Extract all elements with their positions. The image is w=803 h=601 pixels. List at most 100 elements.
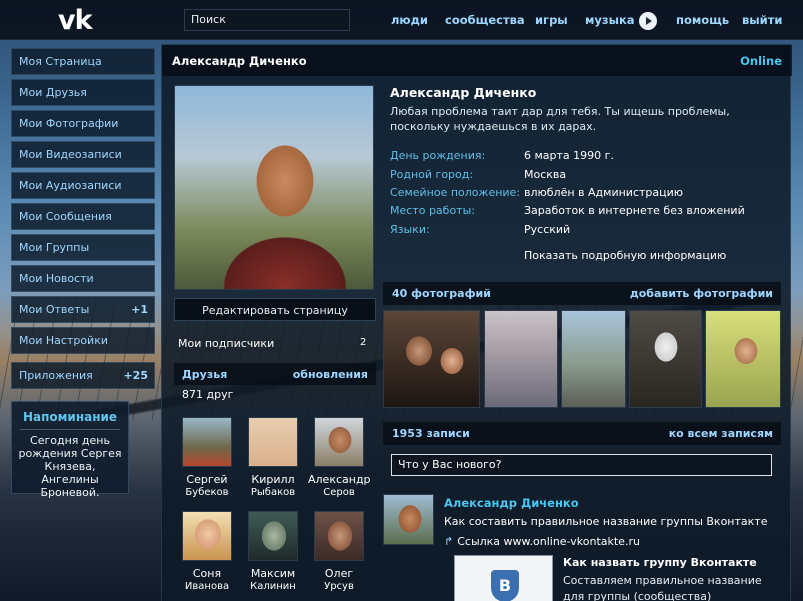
search-input[interactable]: Поиск — [184, 9, 350, 31]
photo-thumb[interactable] — [561, 310, 626, 408]
friend-first-name[interactable]: Кирилл — [242, 473, 304, 486]
friend-card[interactable]: Олег Урсув — [308, 511, 370, 593]
reminder-box: Напоминание Сегодня день рождения Сергея… — [11, 401, 129, 499]
menu-item-label: Мои Друзья — [19, 86, 87, 99]
menu-item-groups[interactable]: Мои Группы — [11, 234, 155, 261]
online-status: Online — [740, 54, 782, 68]
menu-item-photos[interactable]: Мои Фотографии — [11, 110, 155, 137]
photo-thumb[interactable] — [629, 310, 702, 408]
photo-thumb[interactable] — [383, 310, 480, 408]
menu-item-answers[interactable]: Мои Ответы +1 — [11, 296, 155, 323]
divider — [20, 429, 120, 430]
friend-photo[interactable] — [248, 511, 298, 561]
friend-first-name[interactable]: Соня — [176, 567, 238, 580]
post-author-name[interactable]: Александр Диченко — [444, 496, 579, 510]
friend-photo[interactable] — [182, 417, 232, 467]
subscribers-count: 2 — [360, 337, 367, 348]
post-link-text[interactable]: Ссылка www.online-vkontakte.ru — [457, 535, 640, 548]
friend-first-name[interactable]: Александр — [308, 473, 371, 486]
friend-photo[interactable] — [248, 417, 298, 467]
show-more-info-link[interactable]: Показать подробную информацию — [524, 249, 726, 262]
post-link[interactable]: ↱ Ссылка www.online-vkontakte.ru — [444, 535, 640, 548]
menu-item-my-page[interactable]: Моя Страница — [11, 48, 155, 75]
menu-item-audio[interactable]: Мои Аудиозаписи — [11, 172, 155, 199]
attachment-image[interactable]: B — [454, 555, 553, 601]
nav-logout[interactable]: выйти — [742, 13, 782, 27]
photos-title[interactable]: 40 фотографий — [392, 287, 491, 300]
photo-thumb[interactable] — [705, 310, 781, 408]
vk-logo[interactable]: vk — [58, 5, 93, 36]
friend-last-name[interactable]: Бубеков — [176, 486, 238, 499]
friend-card[interactable]: Кирилл Рыбаков — [242, 417, 304, 499]
menu-item-friends[interactable]: Мои Друзья — [11, 79, 155, 106]
post-author-avatar[interactable] — [383, 494, 434, 545]
vk-group-shield-icon: B — [491, 570, 519, 601]
info-value[interactable]: Русский — [524, 223, 570, 236]
friend-card[interactable]: Максим Калинин — [242, 511, 304, 593]
friend-card[interactable]: Сергей Бубеков — [176, 417, 238, 499]
add-photos-link[interactable]: добавить фотографии — [630, 287, 773, 300]
friend-first-name[interactable]: Сергей — [176, 473, 238, 486]
answers-badge: +1 — [131, 303, 148, 316]
profile-panel: Александр Диченко Online Редактировать с… — [161, 44, 792, 601]
attachment-title[interactable]: Как назвать группу Вконтакте — [563, 556, 757, 569]
photo-thumb[interactable] — [484, 310, 558, 408]
wall-header: 1953 записи ко всем записям — [383, 422, 781, 445]
nav-games[interactable]: игры — [535, 13, 568, 27]
menu-item-label: Мои Видеозаписи — [19, 148, 122, 161]
new-post-input[interactable]: Что у Вас нового? — [391, 454, 772, 476]
wall-title[interactable]: 1953 записи — [392, 427, 470, 440]
friend-first-name[interactable]: Максим — [242, 567, 304, 580]
friend-first-name[interactable]: Олег — [308, 567, 370, 580]
friends-updates-link[interactable]: обновления — [293, 368, 368, 381]
subscribers-label[interactable]: Мои подписчики — [178, 337, 274, 350]
profile-status[interactable]: Любая проблема таит дар для тебя. Ты ище… — [390, 104, 770, 134]
info-value[interactable]: 6 марта 1990 г. — [524, 149, 614, 162]
photos-header: 40 фотографий добавить фотографии — [383, 282, 781, 305]
play-icon[interactable] — [639, 12, 657, 30]
profile-header: Александр Диченко Online — [162, 45, 792, 76]
info-key: Родной город: — [390, 168, 474, 181]
friends-header: Друзья обновления — [174, 363, 376, 385]
friend-photo[interactable] — [314, 511, 364, 561]
friends-title[interactable]: Друзья — [182, 368, 227, 381]
edit-page-button[interactable]: Редактировать страницу — [174, 298, 376, 321]
friend-last-name[interactable]: Серов — [308, 486, 370, 499]
friend-photo[interactable] — [314, 417, 364, 467]
menu-item-videos[interactable]: Мои Видеозаписи — [11, 141, 155, 168]
menu-item-settings[interactable]: Мои Настройки — [11, 327, 155, 354]
nav-communities[interactable]: сообщества — [445, 13, 525, 27]
profile-avatar[interactable] — [174, 85, 374, 290]
menu-item-apps[interactable]: Приложения +25 — [11, 362, 155, 389]
friend-card[interactable]: Александр Серов — [308, 417, 371, 499]
nav-music[interactable]: музыка — [585, 13, 635, 27]
info-value[interactable]: влюблён в Администрацию — [524, 186, 683, 199]
menu-item-news[interactable]: Мои Новости — [11, 265, 155, 292]
reminder-text[interactable]: Сегодня день рождения Сергея Князева, Ан… — [12, 434, 128, 499]
profile-name: Александр Диченко — [390, 85, 537, 100]
menu-item-label: Приложения — [19, 369, 93, 382]
friend-last-name[interactable]: Иванова — [176, 580, 238, 593]
info-key: Место работы: — [390, 204, 475, 217]
friend-photo[interactable] — [182, 511, 232, 561]
nav-help[interactable]: помощь — [676, 13, 729, 27]
friend-card[interactable]: Соня Иванова — [176, 511, 238, 593]
menu-item-label: Мои Новости — [19, 272, 94, 285]
info-value[interactable]: Заработок в интернете без вложений — [524, 204, 745, 217]
menu-item-label: Мои Сообщения — [19, 210, 112, 223]
header-name: Александр Диченко — [172, 54, 307, 68]
info-value[interactable]: Москва — [524, 168, 566, 181]
all-posts-link[interactable]: ко всем записям — [669, 427, 773, 440]
info-key: Семейное положение: — [390, 186, 521, 199]
nav-people[interactable]: люди — [391, 13, 428, 27]
friend-last-name[interactable]: Рыбаков — [242, 486, 304, 499]
friend-last-name[interactable]: Урсув — [308, 580, 370, 593]
apps-badge: +25 — [123, 369, 148, 382]
menu-item-messages[interactable]: Мои Сообщения — [11, 203, 155, 230]
info-key: Языки: — [390, 223, 430, 236]
friend-last-name[interactable]: Калинин — [242, 580, 304, 593]
menu-item-label: Мои Настройки — [19, 334, 108, 347]
menu-item-label: Моя Страница — [19, 55, 102, 68]
friends-count: 871 друг — [182, 388, 234, 401]
reminder-title: Напоминание — [22, 410, 118, 424]
